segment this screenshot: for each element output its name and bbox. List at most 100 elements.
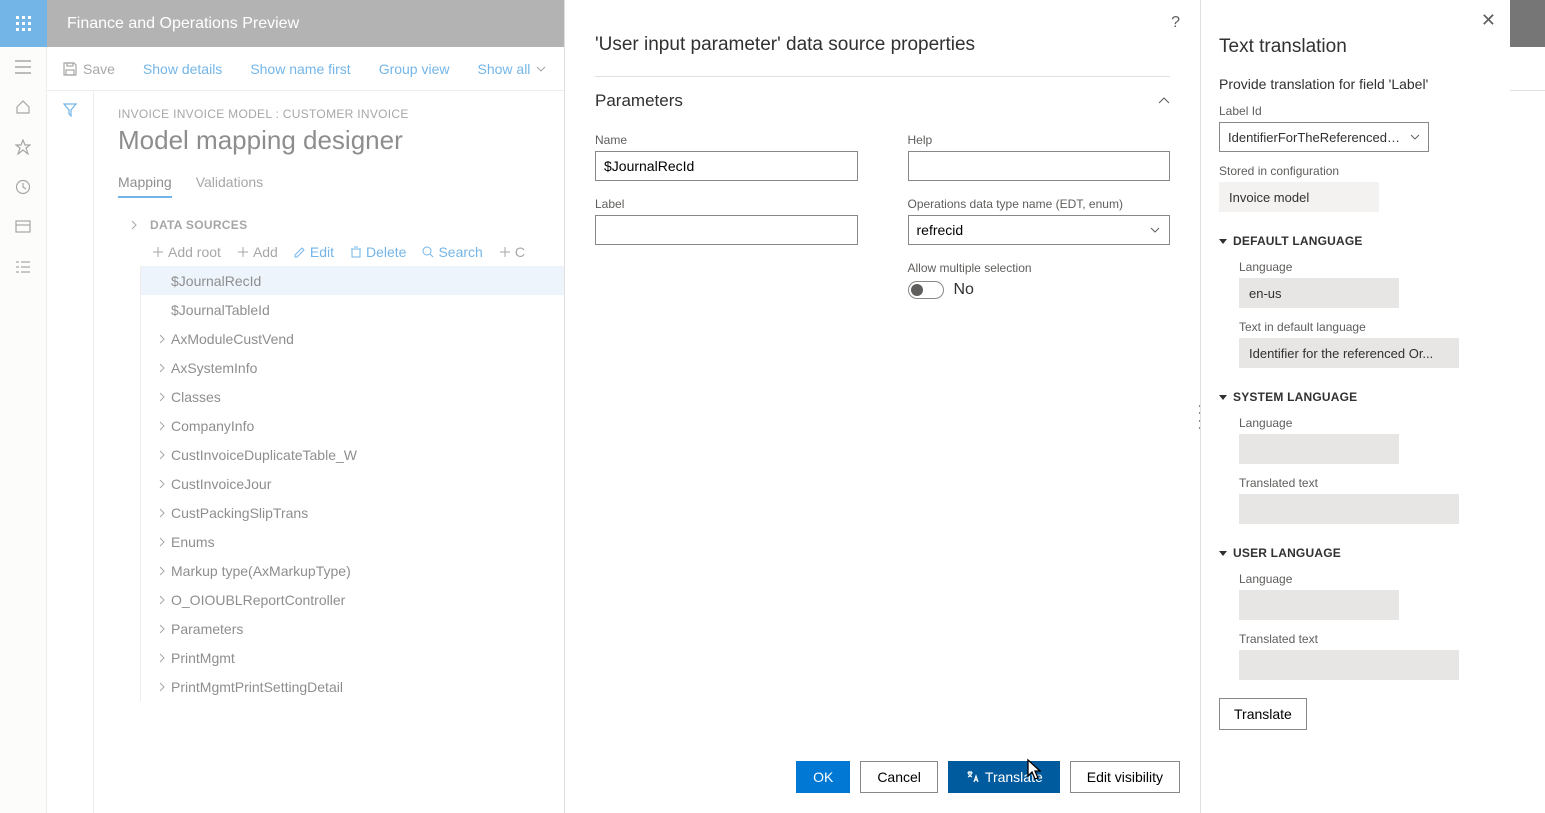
data-source-item[interactable]: PrintMgmt (141, 643, 564, 672)
home-icon[interactable] (0, 87, 47, 127)
data-source-item[interactable]: Parameters (141, 614, 564, 643)
show-details-button[interactable]: Show details (143, 61, 222, 77)
expand-icon[interactable] (153, 450, 171, 460)
expand-icon[interactable] (153, 363, 171, 373)
page-title: Model mapping designer (118, 125, 564, 156)
data-source-item-label: AxSystemInfo (171, 360, 257, 376)
expand-icon[interactable] (153, 682, 171, 692)
expand-icon[interactable] (124, 220, 144, 230)
search-button[interactable]: Search (422, 244, 482, 260)
system-language-section-header[interactable]: SYSTEM LANGUAGE (1219, 390, 1492, 404)
tab-mapping[interactable]: Mapping (118, 174, 172, 198)
modules-icon[interactable] (0, 247, 47, 287)
translation-subtitle: Provide translation for field 'Label' (1219, 76, 1492, 92)
hamburger-icon[interactable] (0, 47, 47, 87)
properties-title: 'User input parameter' data source prope… (595, 34, 975, 56)
chevron-down-icon[interactable] (1150, 227, 1160, 233)
expand-icon[interactable] (153, 334, 171, 344)
expand-icon[interactable] (153, 566, 171, 576)
help-icon[interactable]: ? (1171, 14, 1180, 32)
expand-icon[interactable] (153, 421, 171, 431)
filter-column (47, 91, 94, 813)
workspaces-icon[interactable] (0, 207, 47, 247)
show-all-button[interactable]: Show all (478, 61, 547, 77)
expand-icon[interactable] (153, 508, 171, 518)
name-field: Name (595, 133, 858, 181)
data-source-item[interactable]: O_OIOUBLReportController (141, 585, 564, 614)
data-source-item[interactable]: CustInvoiceDuplicateTable_W (141, 440, 564, 469)
expand-icon[interactable] (153, 392, 171, 402)
data-source-item[interactable]: AxModuleCustVend (141, 324, 564, 353)
data-source-tree: $JournalRecId$JournalTableIdAxModuleCust… (140, 266, 564, 701)
triangle-down-icon (1219, 237, 1227, 245)
properties-panel: 'User input parameter' data source prope… (564, 0, 1200, 813)
name-label: Name (595, 133, 858, 147)
delete-button[interactable]: Delete (350, 244, 406, 260)
system-lang-value[interactable] (1239, 434, 1399, 464)
favorite-icon[interactable] (0, 127, 47, 167)
expand-icon[interactable] (153, 595, 171, 605)
show-name-first-button[interactable]: Show name first (250, 61, 350, 77)
default-language-section-header[interactable]: DEFAULT LANGUAGE (1219, 234, 1492, 248)
copy-button[interactable]: C (499, 244, 525, 260)
cancel-button[interactable]: Cancel (860, 761, 938, 793)
panel-translate-button[interactable]: Translate (1219, 698, 1307, 730)
name-input[interactable] (595, 151, 858, 181)
expand-icon[interactable] (153, 624, 171, 634)
allow-multi-value: No (954, 281, 974, 299)
default-lang-value: en-us (1239, 278, 1399, 308)
data-source-item-label: PrintMgmt (171, 650, 235, 666)
data-source-item[interactable]: $JournalTableId (141, 295, 564, 324)
tabs: Mapping Validations (118, 174, 564, 198)
tab-validations[interactable]: Validations (196, 174, 263, 198)
save-button[interactable]: Save (63, 61, 115, 77)
user-text-value[interactable] (1239, 650, 1459, 680)
data-source-item[interactable]: CompanyInfo (141, 411, 564, 440)
ok-button[interactable]: OK (796, 761, 850, 793)
app-launcher-icon[interactable] (0, 0, 47, 47)
data-source-item[interactable]: CustPackingSlipTrans (141, 498, 564, 527)
add-root-button[interactable]: Add root (152, 244, 221, 260)
data-source-item-label: O_OIOUBLReportController (171, 592, 345, 608)
recent-icon[interactable] (0, 167, 47, 207)
data-source-item[interactable]: Enums (141, 527, 564, 556)
data-source-item-label: Enums (171, 534, 215, 550)
data-source-item-label: CustInvoiceDuplicateTable_W (171, 447, 357, 463)
system-text-value[interactable] (1239, 494, 1459, 524)
close-icon[interactable]: ✕ (1481, 10, 1496, 31)
stored-label: Stored in configuration (1219, 164, 1492, 178)
expand-icon[interactable] (153, 537, 171, 547)
data-source-item[interactable]: PrintMgmtPrintSettingDetail (141, 672, 564, 701)
label-input[interactable] (595, 215, 858, 245)
triangle-down-icon (1219, 393, 1227, 401)
data-source-item[interactable]: Classes (141, 382, 564, 411)
translation-title: Text translation (1219, 36, 1492, 58)
user-language-section-header[interactable]: USER LANGUAGE (1219, 546, 1492, 560)
data-source-item[interactable]: $JournalRecId (141, 266, 564, 295)
chevron-up-icon (1158, 97, 1170, 105)
filter-icon[interactable] (63, 103, 77, 813)
expand-icon[interactable] (153, 479, 171, 489)
help-label: Help (908, 133, 1171, 147)
save-label: Save (83, 61, 115, 77)
label-id-select[interactable]: IdentifierForTheReferencedOr... (1219, 122, 1429, 152)
allow-multi-field: Allow multiple selection No (908, 261, 1171, 299)
data-source-item[interactable]: CustInvoiceJour (141, 469, 564, 498)
add-button[interactable]: Add (237, 244, 278, 260)
allow-multi-toggle[interactable] (908, 281, 944, 299)
data-source-item[interactable]: AxSystemInfo (141, 353, 564, 382)
user-lang-label: Language (1239, 572, 1492, 586)
left-rail (0, 47, 47, 813)
parameters-section-header[interactable]: Parameters (595, 76, 1170, 111)
user-lang-value[interactable] (1239, 590, 1399, 620)
allow-multi-label: Allow multiple selection (908, 261, 1171, 275)
data-source-item[interactable]: Markup type(AxMarkupType) (141, 556, 564, 585)
edit-visibility-button[interactable]: Edit visibility (1070, 761, 1180, 793)
group-view-button[interactable]: Group view (379, 61, 450, 77)
edit-button[interactable]: Edit (294, 244, 334, 260)
user-text-label: Translated text (1239, 632, 1492, 646)
help-input[interactable] (908, 151, 1171, 181)
edt-input[interactable] (908, 215, 1171, 245)
translate-button[interactable]: Translate (948, 761, 1060, 793)
expand-icon[interactable] (153, 653, 171, 663)
